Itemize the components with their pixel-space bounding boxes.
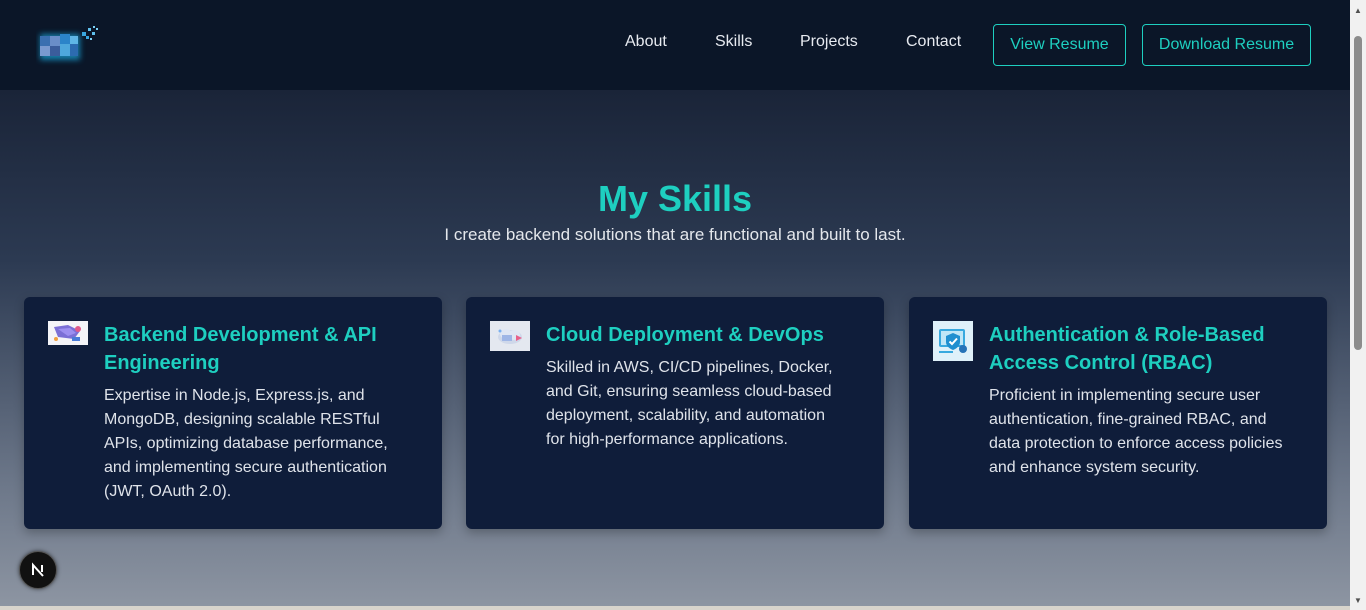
cloud-devops-icon xyxy=(490,321,530,361)
skill-card-backend: Backend Development & API Engineering Ex… xyxy=(24,297,442,529)
scroll-down-icon[interactable]: ▼ xyxy=(1350,592,1366,608)
site-logo[interactable] xyxy=(36,22,102,66)
card-description: Skilled in AWS, CI/CD pipelines, Docker,… xyxy=(546,359,833,448)
card-title: Authentication & Role-Based Access Contr… xyxy=(989,324,1265,374)
nav-link-contact[interactable]: Contact xyxy=(906,33,961,51)
skill-card-auth: Authentication & Role-Based Access Contr… xyxy=(909,297,1327,529)
card-description: Expertise in Node.js, Express.js, and Mo… xyxy=(104,387,388,500)
card-title: Backend Development & API Engineering xyxy=(104,324,377,374)
skill-card-cloud: Cloud Deployment & DevOps Skilled in AWS… xyxy=(466,297,884,529)
shield-auth-icon xyxy=(933,321,973,361)
section-subtitle: I create backend solutions that are func… xyxy=(444,225,906,244)
card-title: Cloud Deployment & DevOps xyxy=(546,324,824,346)
nav-link-projects[interactable]: Projects xyxy=(800,33,858,51)
scrollbar-thumb[interactable] xyxy=(1354,36,1362,350)
view-resume-button[interactable]: View Resume xyxy=(993,24,1126,66)
page-bottom-edge xyxy=(0,606,1350,610)
navbar: About Skills Projects Contact View Resum… xyxy=(0,0,1350,90)
nav-link-about[interactable]: About xyxy=(625,33,667,51)
card-description: Proficient in implementing secure user a… xyxy=(989,387,1283,476)
section-title: My Skills xyxy=(597,178,753,219)
nav-link-skills[interactable]: Skills xyxy=(715,33,752,51)
api-illustration-icon xyxy=(48,321,88,361)
nextjs-dev-badge[interactable] xyxy=(19,551,57,589)
download-resume-button[interactable]: Download Resume xyxy=(1142,24,1311,66)
scroll-up-icon[interactable]: ▲ xyxy=(1350,2,1366,18)
n-logo-icon xyxy=(32,562,44,577)
vertical-scrollbar[interactable]: ▲ ▼ xyxy=(1350,0,1366,610)
